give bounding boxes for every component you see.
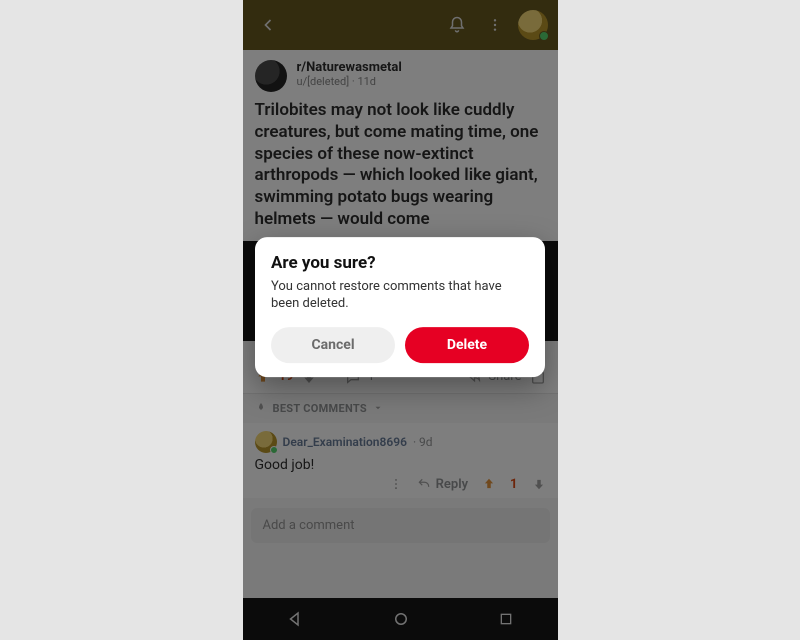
delete-label: Delete	[447, 337, 487, 353]
cancel-button[interactable]: Cancel	[271, 327, 395, 363]
delete-button[interactable]: Delete	[405, 327, 529, 363]
cancel-label: Cancel	[311, 337, 354, 353]
confirm-delete-dialog: Are you sure? You cannot restore comment…	[255, 237, 545, 377]
dialog-body: You cannot restore comments that have be…	[271, 279, 529, 313]
phone-frame: r/Naturewasmetal u/[deleted] · 11d Trilo…	[243, 0, 558, 640]
dialog-title: Are you sure?	[271, 253, 529, 273]
